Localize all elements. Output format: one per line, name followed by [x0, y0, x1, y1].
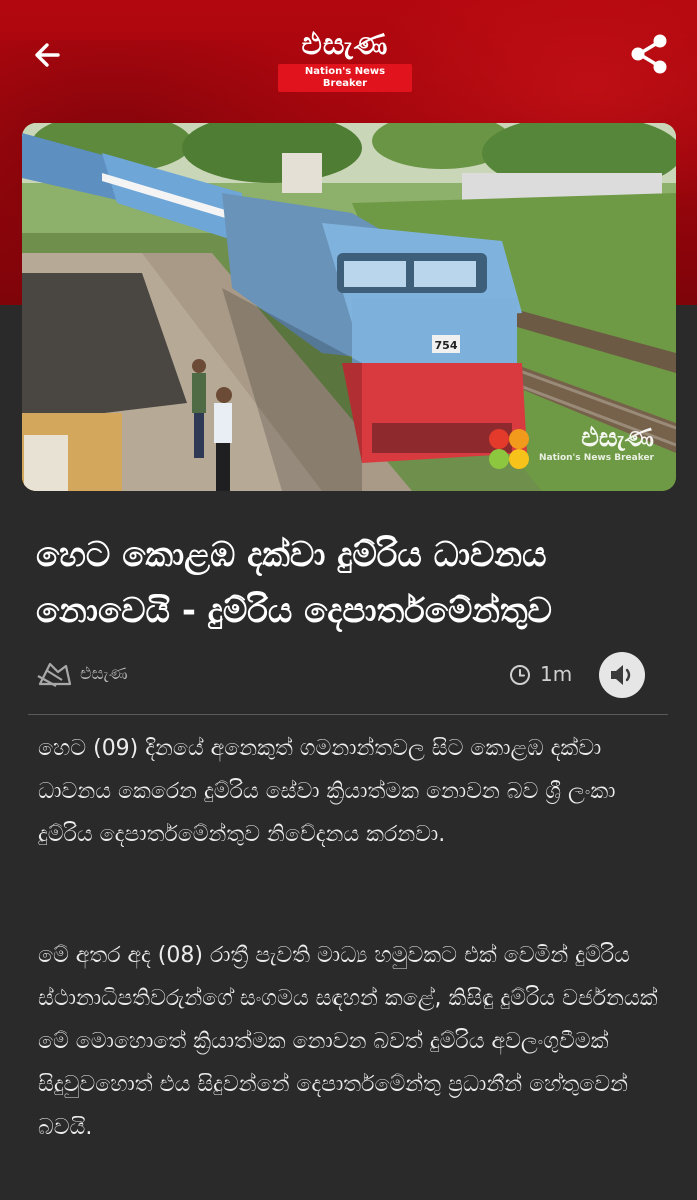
app-logo[interactable]: එසැණ Nation's News Breaker: [278, 26, 412, 92]
clock-icon: [510, 665, 530, 685]
divider: [28, 714, 668, 715]
share-icon: [631, 34, 667, 74]
author-name[interactable]: එසැණ: [80, 664, 128, 684]
speaker-icon: [611, 665, 631, 685]
article-meta: එසැණ 1m: [36, 650, 666, 698]
back-button[interactable]: [28, 34, 70, 76]
watermark-tagline: Nation's News Breaker: [538, 453, 654, 463]
article-image[interactable]: 754 එසැණ Nation's News Breaker: [22, 123, 676, 491]
share-button[interactable]: [625, 30, 673, 78]
watermark-text: එසැණ: [581, 423, 654, 453]
watermark-logo-icon: [488, 429, 529, 469]
arrow-left-icon: [35, 43, 60, 67]
author-logo-icon: [37, 662, 72, 687]
image-watermark: එසැණ Nation's News Breaker: [488, 423, 654, 469]
logo-text: එසැණ: [301, 27, 389, 62]
article-paragraph: හෙට (09) දිනයේ අනෙකුත් ගමනාන්තවල සිට කොළ…: [38, 736, 616, 847]
article-title: හෙට කොළඹ දක්වා දුම්රිය ධාවනය නොවෙයි - දු…: [36, 535, 552, 631]
article-paragraph: මේ අතර අද (08) රාත්‍රී පැවති මාධ්‍ය හමුව…: [38, 943, 658, 1140]
read-time: 1m: [540, 662, 573, 686]
locomotive-number: 754: [435, 339, 458, 352]
top-bar: එසැණ Nation's News Breaker: [0, 0, 697, 110]
listen-button[interactable]: [599, 652, 645, 698]
logo-tagline: Nation's News Breaker: [278, 64, 412, 92]
